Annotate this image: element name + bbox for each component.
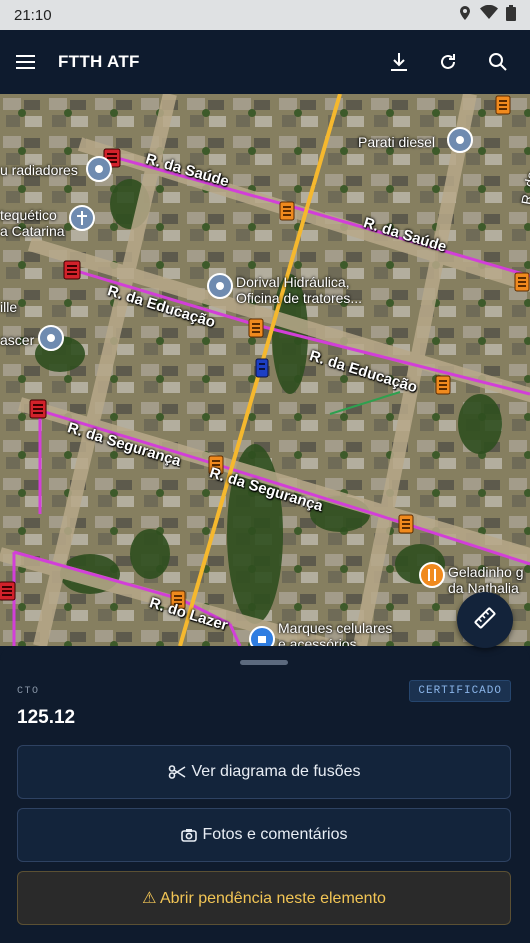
element-details-sheet: CTO 125.12 CERTIFICADO Ver diagrama de f… [0,646,530,943]
poi-label: ascer [0,332,35,348]
open-issue-label: ⚠ Abrir pendência neste elemento [142,890,386,907]
poi-label: Marques celulares e acessórios [278,620,393,646]
map-view[interactable]: R. da Saúde R. da Saúde R. da Educação R… [0,94,530,646]
fusion-diagram-label: Ver diagrama de fusões [191,763,361,780]
app-title: FTTH ATF [58,52,140,71]
search-icon[interactable] [488,52,508,72]
element-type-label: CTO [17,686,40,697]
measure-button[interactable] [457,592,513,648]
photos-comments-button[interactable]: Fotos e comentários [17,808,511,862]
ruler-icon [473,606,497,635]
poi-label: u radiadores [0,162,78,178]
poi-label: ille [0,299,18,315]
selected-element-marker [255,358,269,378]
app-bar: FTTH ATF [0,30,530,94]
location-icon [458,5,472,26]
fusion-diagram-button[interactable]: Ver diagrama de fusões [17,745,511,799]
status-time: 21:10 [14,6,52,24]
open-issue-button[interactable]: ⚠ Abrir pendência neste elemento [17,871,511,925]
status-bar: 21:10 [0,0,530,30]
download-icon[interactable] [390,52,408,72]
poi-label: tequético a Catarina [0,207,65,239]
menu-icon[interactable] [16,54,36,70]
battery-icon [506,4,516,26]
camera-icon [180,828,197,842]
status-badge: CERTIFICADO [409,680,511,702]
sheet-drag-handle[interactable] [240,660,288,665]
refresh-icon[interactable] [438,52,458,72]
poi-label: Parati diesel [358,134,436,150]
scissors-icon [168,765,186,779]
photos-comments-label: Fotos e comentários [202,826,348,843]
wifi-icon [480,4,498,25]
poi-label: Dorival Hidráulica, Oficina de tratores.… [236,274,363,306]
element-id: 125.12 [17,707,76,728]
